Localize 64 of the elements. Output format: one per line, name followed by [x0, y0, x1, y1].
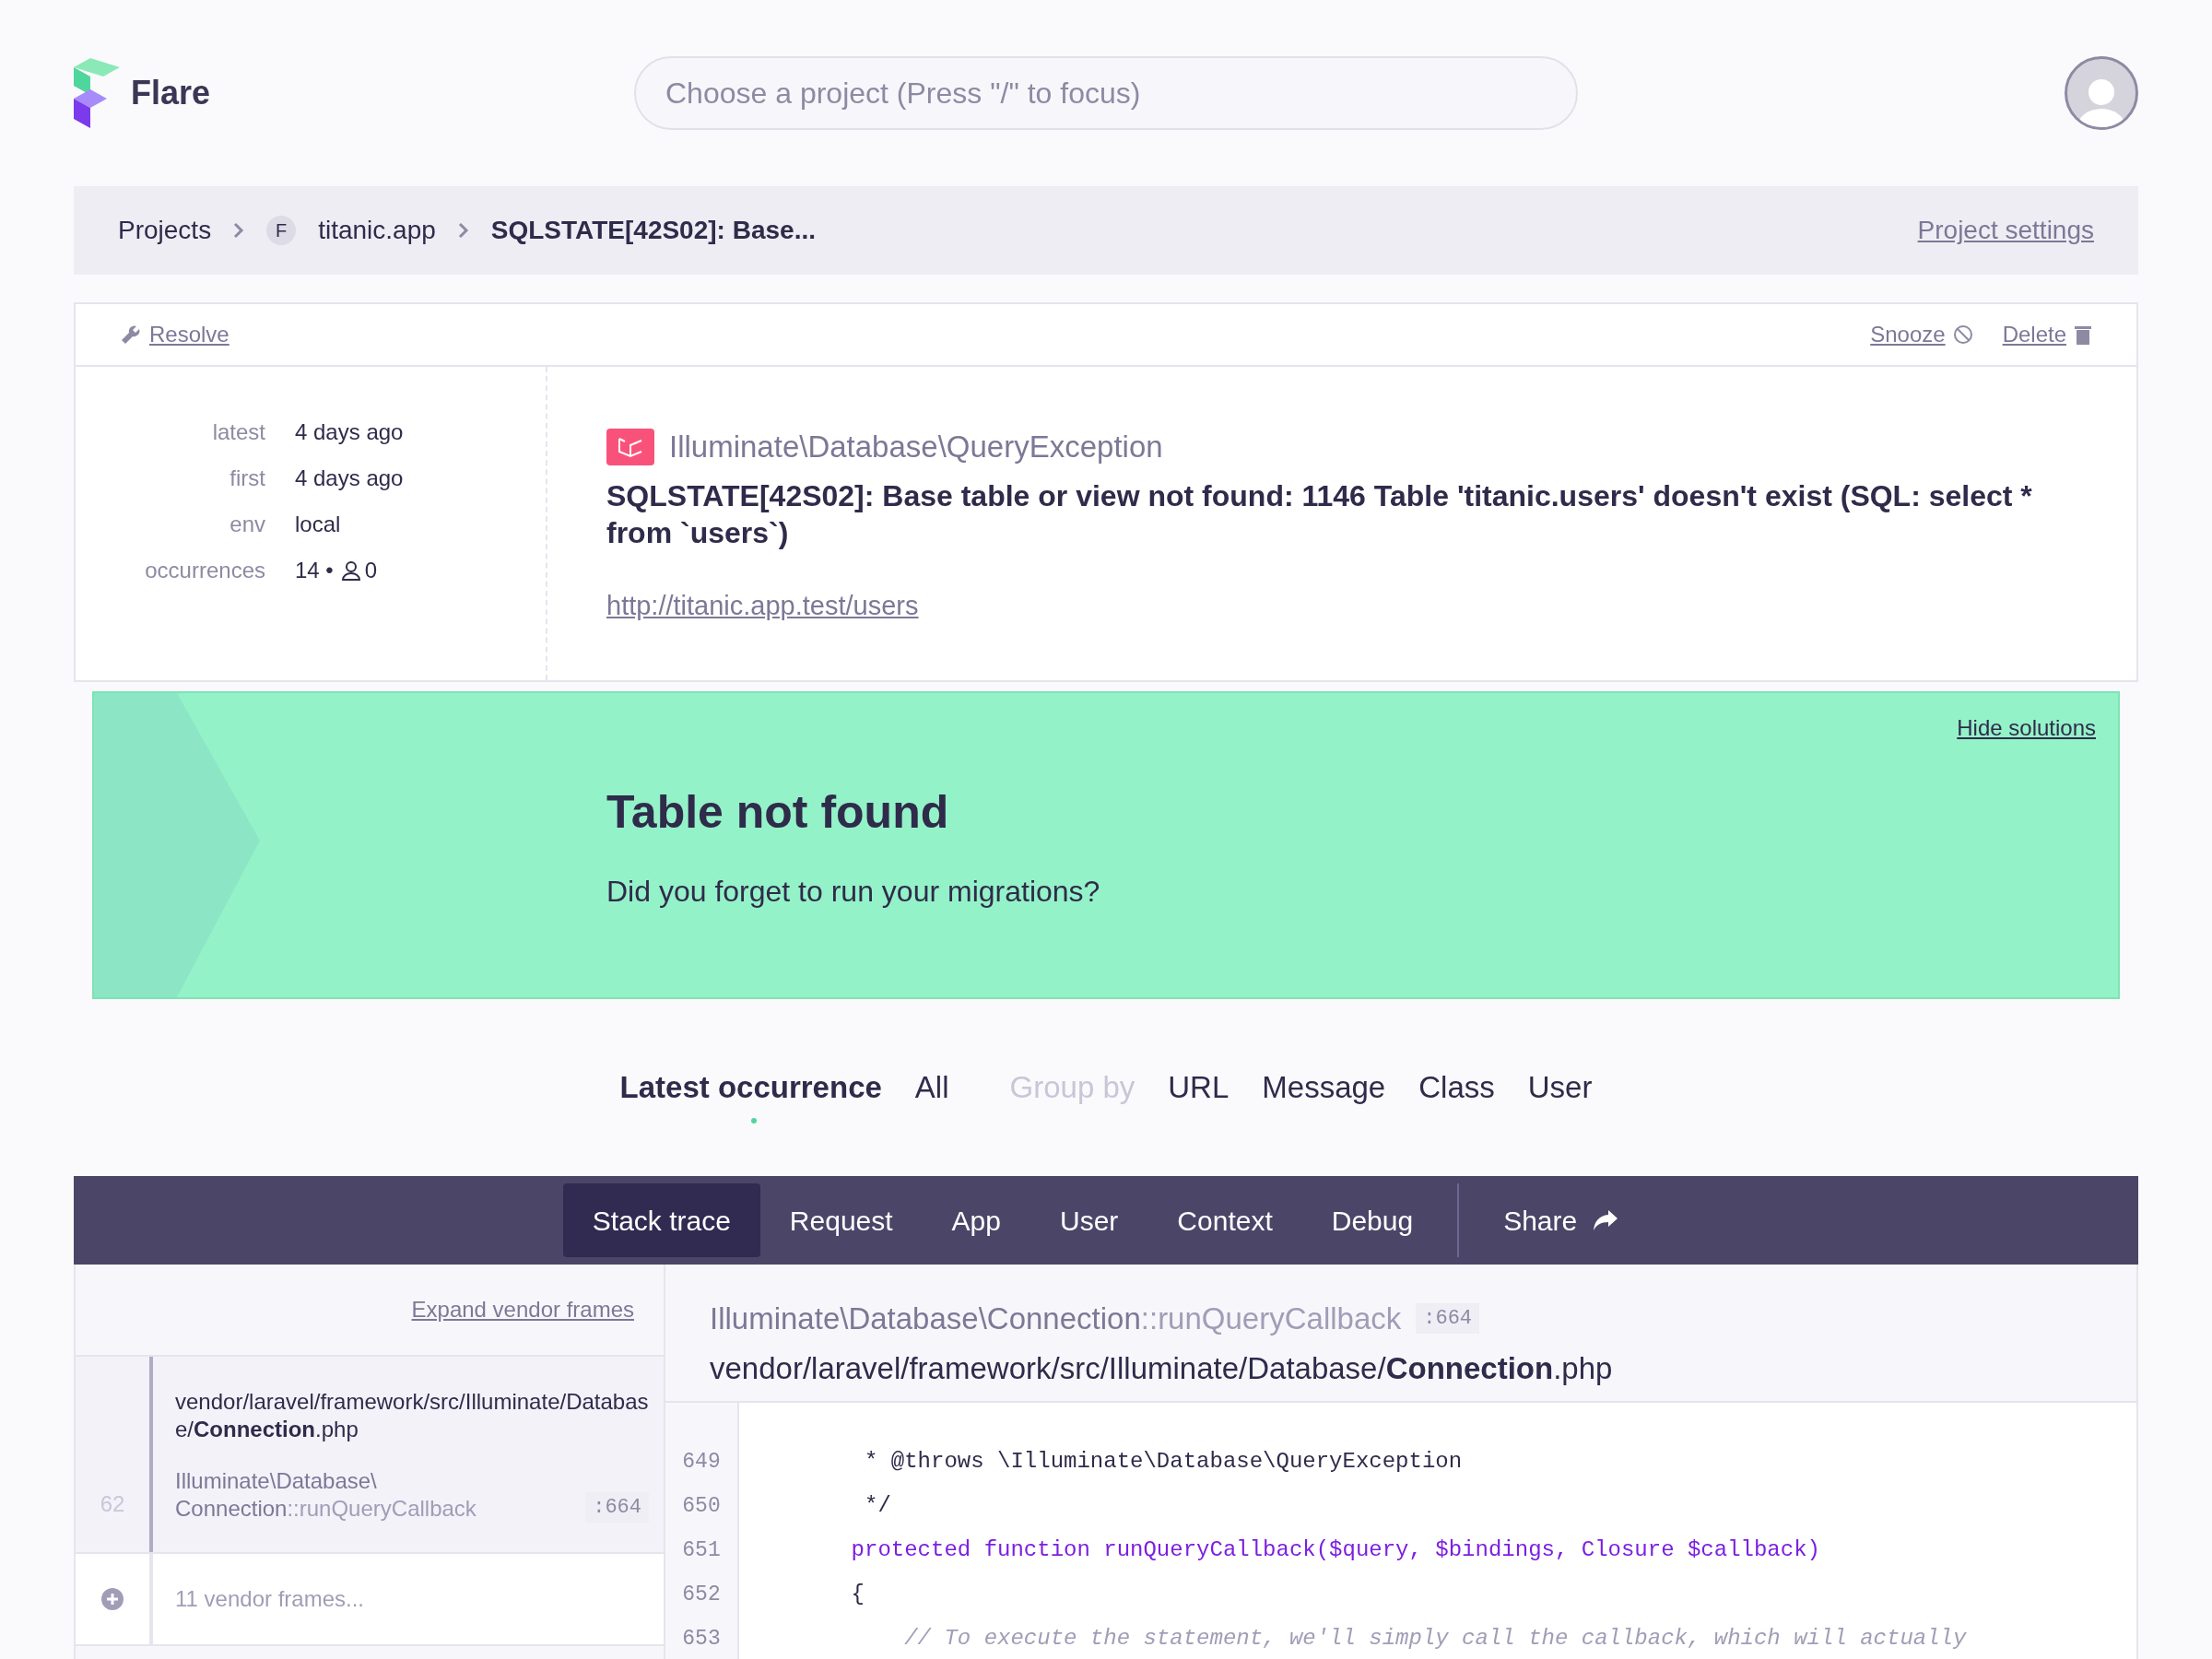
meta-label: first [229, 465, 265, 492]
frame-method: Illuminate\Database\ Connection::runQueryCallback [175, 1467, 477, 1523]
solution-text: Did you forget to run your migrations? [606, 874, 1100, 910]
meta-value: 14 • [295, 557, 334, 584]
code-line: * @throws \Illuminate\Database\QueryException [864, 1448, 1464, 1476]
breadcrumb-link[interactable]: titanic.app [318, 211, 436, 250]
code-line-number: 650 [681, 1493, 722, 1520]
error-url-link[interactable]: http://titanic.app.test/users [606, 585, 2063, 626]
prohibited-icon [1952, 324, 1973, 345]
breadcrumb-link[interactable]: SQLSTATE[42S02]: Base... [490, 211, 816, 250]
meta-value: 4 days ago [295, 465, 404, 492]
wrench-icon [120, 324, 142, 346]
chevron-icon [233, 222, 245, 239]
occurrence-tab[interactable]: Latest occurrence [619, 1065, 882, 1111]
breadcrumb-link[interactable]: Projects [118, 211, 212, 250]
trash-icon [2074, 324, 2092, 345]
nav-tab[interactable]: User [1030, 1183, 1148, 1257]
nav-tab[interactable]: App [922, 1183, 1030, 1257]
code-line: // To execute the statement, we'll simply call the callback, which will actually [903, 1625, 1968, 1653]
expand-vendor-frames-link[interactable]: Expand vendor frames [411, 1293, 634, 1326]
nav-tab[interactable]: Stack trace [562, 1183, 760, 1257]
code-line-number: 652 [681, 1582, 722, 1608]
code-line: */ [864, 1492, 892, 1520]
line-number-badge: :664 [585, 1492, 649, 1523]
exception-class: Illuminate\Database\QueryException [669, 429, 1163, 465]
logo-icon [74, 58, 120, 128]
share-button[interactable]: Share [1474, 1183, 1650, 1257]
occurrence-tab[interactable]: Class [1418, 1065, 1495, 1111]
delete-link[interactable]: Delete [2002, 318, 2066, 351]
code-line: { [850, 1581, 865, 1608]
meta-label: latest [211, 418, 265, 446]
occurrence-tab[interactable]: All [914, 1065, 949, 1111]
meta-label: env [229, 511, 265, 538]
code-line-number: 649 [681, 1449, 722, 1476]
plus-circle-icon[interactable] [101, 1588, 124, 1610]
occurrence-tab[interactable]: URL [1168, 1065, 1230, 1111]
meta-value: local [295, 511, 341, 538]
solution-title: Table not found [606, 785, 950, 840]
frame-path: vendor/laravel/framework/src/Illuminate/Database/Connection.php [175, 1388, 649, 1443]
code-line: protected function runQueryCallback($query, $bindings, Closure $callback) [850, 1536, 1821, 1564]
meta-value: 4 days ago [295, 418, 404, 446]
code-line-number: 651 [681, 1537, 722, 1564]
nav-tab[interactable]: Request [759, 1183, 923, 1257]
occurrence-tab[interactable]: Message [1262, 1065, 1386, 1111]
error-message: SQLSTATE[42S02]: Base table or view not found: 1146 Table 'titanic.users' doesn't exist (SQL: select * from `users`) [606, 477, 2033, 551]
user-icon [340, 560, 361, 581]
brand-name: Flare [131, 73, 211, 113]
code-method: Illuminate\Database\Connection::runQueryCallback [710, 1300, 1402, 1337]
snooze-link[interactable]: Snooze [1870, 318, 1946, 351]
hide-solutions-link[interactable]: Hide solutions [1957, 712, 2096, 745]
meta-label: occurrences [144, 557, 265, 584]
code-line-number: 653 [681, 1626, 722, 1653]
code-file-path: vendor/laravel/framework/src/Illuminate/Database/Connection.php [710, 1349, 1614, 1387]
nav-tab[interactable]: Context [1147, 1183, 1302, 1257]
user-count: 0 [364, 557, 378, 584]
search-field[interactable]: Choose a project (Press "/" to focus) [634, 56, 1578, 130]
line-number-badge: :664 [1416, 1303, 1480, 1335]
project-settings-link[interactable]: Project settings [1917, 211, 2094, 250]
occurrence-tab[interactable]: User [1527, 1065, 1593, 1111]
nav-tab[interactable]: Debug [1301, 1183, 1443, 1257]
project-badge: F [266, 216, 297, 245]
resolve-link[interactable]: Resolve [149, 318, 229, 351]
framework-logo-icon [606, 428, 654, 465]
chevron-icon [457, 222, 469, 239]
